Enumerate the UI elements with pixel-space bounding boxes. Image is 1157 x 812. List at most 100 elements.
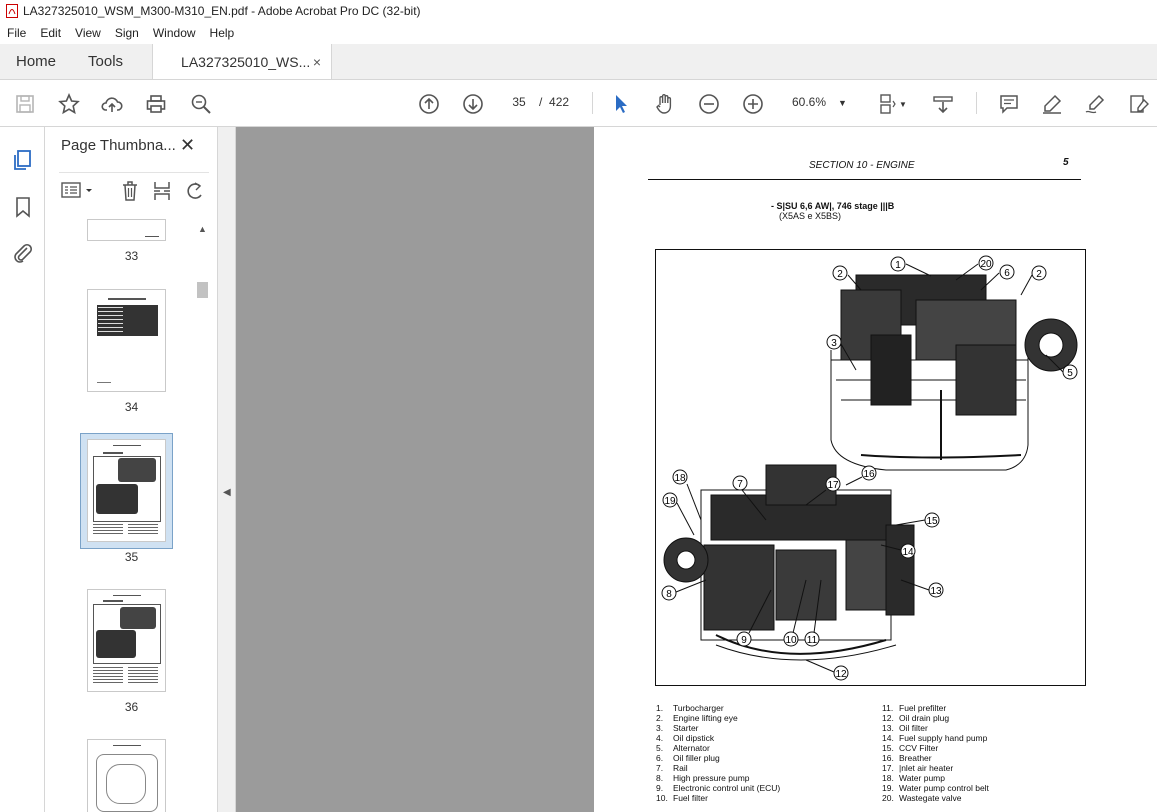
print-icon[interactable]	[144, 92, 168, 116]
callout-3-label: 3	[831, 338, 837, 349]
callout-15-label: 15	[926, 516, 938, 527]
legend-item: 10. Fuel filter	[656, 793, 708, 803]
tab-home[interactable]: Home	[0, 44, 72, 79]
legend-item: 12. Oil drain plug	[882, 713, 950, 723]
legend-item: 9. Electronic control unit (ECU)	[656, 783, 781, 793]
tab-close-icon[interactable]: ×	[313, 54, 321, 70]
callout-5-label: 5	[1067, 368, 1073, 379]
zoom-dropdown-icon[interactable]: ▼	[838, 92, 847, 114]
menu-view[interactable]: View	[68, 26, 108, 40]
menu-help[interactable]: Help	[203, 26, 242, 40]
thumbnail-scrollbar[interactable]: ▲	[195, 219, 209, 812]
scroll-up-icon[interactable]: ▲	[198, 224, 207, 234]
callout-16: 16	[845, 465, 877, 486]
legend-item: 1. Turbocharger	[656, 703, 724, 713]
legend-item: 5. Alternator	[656, 743, 710, 753]
page-thumbnails-icon[interactable]	[11, 148, 35, 172]
page-thumbnail-selected[interactable]	[87, 439, 166, 542]
save-icon[interactable]	[13, 92, 37, 116]
zoom-level-input[interactable]: 60.6%	[792, 91, 826, 113]
tab-tools[interactable]: Tools	[72, 44, 139, 79]
callout-6-label: 6	[1004, 268, 1010, 279]
callout-20-label: 20	[980, 259, 992, 270]
callout-8: 8	[661, 579, 707, 601]
page-thumbnail[interactable]	[87, 289, 166, 392]
edit-pdf-icon[interactable]	[1127, 92, 1151, 116]
callout-7-label: 7	[737, 479, 743, 490]
page-number: 5	[1063, 157, 1069, 168]
scroll-mode-icon[interactable]	[931, 92, 955, 116]
callout-1-label: 1	[895, 260, 901, 271]
total-pages: 422	[549, 95, 570, 109]
menu-window[interactable]: Window	[146, 26, 203, 40]
thumbnail-options-icon[interactable]	[61, 182, 95, 200]
page-thumbnail[interactable]	[87, 739, 166, 812]
callout-18: 18	[672, 469, 702, 521]
zoom-in-icon[interactable]	[741, 92, 765, 116]
legend-item: 2. Engine lifting eye	[656, 713, 738, 723]
callout-12-label: 12	[835, 669, 847, 680]
legend-item: 8. High pressure pump	[656, 773, 750, 783]
attachments-icon[interactable]	[11, 241, 35, 265]
thumbnail-label: 35	[124, 550, 139, 564]
thumbnail-label: 36	[124, 700, 139, 714]
legend-item: 19. Water pump control belt	[882, 783, 989, 793]
engine-top-drawing	[830, 274, 1078, 471]
engine-bottom-drawing	[663, 464, 915, 661]
cloud-upload-icon[interactable]	[100, 92, 124, 116]
bookmarks-icon[interactable]	[11, 195, 35, 219]
engine-figure: 1 20 2 6 2 3 5 18 7 17 16 19 15 14 13 8 …	[655, 249, 1086, 686]
page-number-input[interactable]: 35	[505, 91, 533, 113]
callout-17-label: 17	[827, 480, 839, 491]
fit-page-dropdown-icon[interactable]: ▼	[897, 92, 909, 116]
panel-close-icon[interactable]: ✕	[180, 135, 195, 156]
insert-page-icon[interactable]	[152, 180, 172, 202]
menu-file[interactable]: File	[0, 26, 33, 40]
toolbar-divider	[976, 92, 977, 114]
highlight-pen-icon[interactable]	[1040, 92, 1064, 116]
title-bar: LA327325010_WSM_M300-M310_EN.pdf - Adobe…	[0, 0, 1157, 22]
legend-item: 16. Breather	[882, 753, 932, 763]
callout-19-label: 19	[664, 496, 676, 507]
left-rail	[0, 127, 45, 812]
previous-page-icon[interactable]	[417, 92, 441, 116]
page-count: / 422	[539, 91, 569, 113]
callout-19: 19	[662, 492, 695, 536]
menu-edit[interactable]: Edit	[33, 26, 68, 40]
callout-11-label: 11	[807, 635, 818, 646]
collapse-panel-icon[interactable]: ◀	[223, 487, 231, 498]
callout-13-label: 13	[930, 586, 942, 597]
engine-drawing: 1 20 2 6 2 3 5 18 7 17 16 19 15 14 13 8 …	[661, 255, 1078, 681]
acrobat-pdf-icon	[6, 4, 18, 18]
engine-title: - S|SU 6,6 AW|, 746 stage |||B	[771, 201, 895, 211]
legend-item: 3. Starter	[656, 723, 699, 733]
delete-page-icon[interactable]	[120, 180, 140, 202]
legend-item: 11. Fuel prefilter	[882, 703, 947, 713]
star-icon[interactable]	[57, 92, 81, 116]
zoom-search-icon[interactable]	[189, 92, 213, 116]
menu-sign[interactable]: Sign	[108, 26, 146, 40]
callout-2b-label: 2	[1036, 269, 1042, 280]
hand-tool-icon[interactable]	[653, 92, 677, 116]
select-cursor-icon[interactable]	[609, 92, 633, 116]
sign-pen-icon[interactable]	[1083, 92, 1107, 116]
menu-bar: File Edit View Sign Window Help	[0, 22, 1157, 44]
callout-14-label: 14	[902, 547, 914, 558]
page-thumbnail[interactable]	[87, 219, 166, 241]
rotate-page-icon[interactable]	[185, 180, 205, 202]
toolbar-divider	[592, 92, 593, 114]
page-separator: /	[539, 95, 543, 109]
page-thumbnail[interactable]	[87, 589, 166, 692]
scrollbar-thumb[interactable]	[197, 282, 208, 298]
comment-icon[interactable]	[997, 92, 1021, 116]
legend-item: 20. Wastegate valve	[882, 793, 962, 803]
tab-document[interactable]: LA327325010_WS... ×	[152, 44, 333, 79]
legend-item: 15. CCV Filter	[882, 743, 939, 753]
panel-splitter[interactable]: ◀	[218, 127, 236, 812]
zoom-out-icon[interactable]	[697, 92, 721, 116]
legend-left: 1. Turbocharger 2. Engine lifting eye 3. St…	[656, 703, 780, 803]
next-page-icon[interactable]	[461, 92, 485, 116]
callout-9-label: 9	[741, 635, 747, 646]
section-header: SECTION 10 - ENGINE	[809, 160, 915, 171]
callout-16-label: 16	[863, 469, 875, 480]
